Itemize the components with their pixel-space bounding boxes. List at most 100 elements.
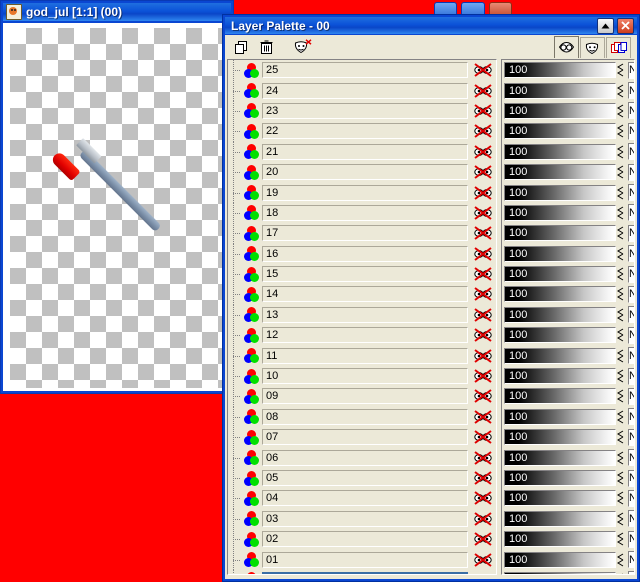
opacity-slider[interactable]: 100 bbox=[504, 245, 616, 262]
layers-icon[interactable] bbox=[554, 36, 579, 58]
layer-hidden-icon[interactable] bbox=[470, 366, 496, 386]
blend-mode-dropdown[interactable]: Normal bbox=[628, 408, 634, 426]
layer-hidden-icon[interactable] bbox=[470, 386, 496, 406]
layer-properties-row[interactable]: 100 Normal bbox=[502, 244, 634, 264]
opacity-slider[interactable]: 100 bbox=[504, 143, 616, 160]
layer-hidden-icon[interactable] bbox=[470, 80, 496, 100]
layer-row[interactable]: 06 bbox=[228, 447, 496, 469]
link-group-icon[interactable] bbox=[606, 36, 631, 58]
blend-mode-dropdown[interactable]: Normal bbox=[628, 428, 634, 446]
layer-row[interactable]: 19 bbox=[228, 182, 496, 204]
opacity-slider[interactable]: 100 bbox=[504, 510, 616, 527]
layer-row[interactable]: 10 bbox=[228, 365, 496, 387]
opacity-slider-handle[interactable] bbox=[616, 103, 625, 119]
layer-hidden-icon[interactable] bbox=[470, 325, 496, 345]
layer-hidden-icon[interactable] bbox=[470, 223, 496, 243]
blend-mode-dropdown[interactable]: Normal bbox=[628, 530, 634, 548]
opacity-slider-handle[interactable] bbox=[616, 83, 625, 99]
layer-hidden-icon[interactable] bbox=[470, 407, 496, 427]
layer-hidden-icon[interactable] bbox=[470, 182, 496, 202]
layer-hidden-icon[interactable] bbox=[470, 284, 496, 304]
layer-hidden-icon[interactable] bbox=[470, 264, 496, 284]
layer-row[interactable]: 12 bbox=[228, 325, 496, 346]
layer-hidden-icon[interactable] bbox=[470, 305, 496, 325]
layer-hidden-icon[interactable] bbox=[470, 162, 496, 182]
layer-row[interactable]: 00 bbox=[228, 569, 496, 574]
layer-name-field[interactable]: 17 bbox=[262, 225, 468, 242]
opacity-slider-handle[interactable] bbox=[616, 225, 625, 241]
layer-row[interactable]: 11 bbox=[228, 345, 496, 367]
blend-mode-dropdown[interactable]: Normal bbox=[628, 285, 634, 303]
layer-properties-row[interactable]: 100 Normal bbox=[502, 427, 634, 447]
opacity-slider-handle[interactable] bbox=[616, 307, 625, 323]
blend-mode-dropdown[interactable]: Normal bbox=[628, 571, 634, 574]
layer-properties-row[interactable]: 100 Normal bbox=[502, 264, 634, 284]
opacity-slider-handle[interactable] bbox=[616, 388, 625, 404]
palette-close-button[interactable] bbox=[617, 17, 634, 34]
blend-mode-dropdown[interactable]: Normal bbox=[628, 184, 634, 202]
opacity-slider-handle[interactable] bbox=[616, 429, 625, 445]
opacity-slider-handle[interactable] bbox=[616, 572, 625, 574]
opacity-slider[interactable]: 100 bbox=[504, 123, 616, 140]
layer-row[interactable]: 09 bbox=[228, 386, 496, 408]
layer-properties-row[interactable]: 100 Normal bbox=[502, 549, 634, 569]
blend-mode-dropdown[interactable]: Normal bbox=[628, 347, 634, 365]
layer-row[interactable]: 07 bbox=[228, 427, 496, 448]
blend-mode-dropdown[interactable]: Normal bbox=[628, 122, 634, 140]
opacity-slider[interactable]: 100 bbox=[504, 225, 616, 242]
rollup-button[interactable] bbox=[597, 17, 614, 34]
layer-properties-row[interactable]: 100 Normal bbox=[502, 386, 634, 406]
layer-name-field[interactable]: 10 bbox=[262, 368, 468, 385]
blend-mode-dropdown[interactable]: Normal bbox=[628, 245, 634, 263]
layer-name-field[interactable]: 23 bbox=[262, 102, 468, 119]
layer-hidden-icon[interactable] bbox=[470, 509, 496, 529]
layer-hidden-icon[interactable] bbox=[470, 488, 496, 508]
blend-mode-dropdown[interactable]: Normal bbox=[628, 449, 634, 467]
layer-properties-row[interactable]: 100 Normal bbox=[502, 366, 634, 386]
layer-name-field[interactable]: 18 bbox=[262, 204, 468, 221]
opacity-slider[interactable]: 100 bbox=[504, 184, 616, 201]
blend-mode-dropdown[interactable]: Normal bbox=[628, 82, 634, 100]
layer-name-column[interactable]: 25 24 23 22 21 20 19 18 17 16 15 14 13 1… bbox=[227, 59, 497, 575]
layer-name-field[interactable]: 15 bbox=[262, 266, 468, 283]
mask-delete-icon[interactable] bbox=[293, 38, 313, 57]
layer-row[interactable]: 14 bbox=[228, 284, 496, 306]
layer-properties-row[interactable]: 100 Normal bbox=[502, 80, 634, 100]
layer-hidden-icon[interactable] bbox=[470, 60, 496, 80]
opacity-slider-handle[interactable] bbox=[616, 62, 625, 78]
layer-name-field[interactable]: 13 bbox=[262, 306, 468, 323]
layer-row[interactable]: 18 bbox=[228, 202, 496, 224]
layer-row[interactable]: 23 bbox=[228, 100, 496, 122]
blend-mode-dropdown[interactable]: Normal bbox=[628, 224, 634, 242]
layer-palette-window[interactable]: Layer Palette - 00 25 24 23 22 21 20 19 … bbox=[222, 14, 640, 582]
layer-name-field[interactable]: 09 bbox=[262, 388, 468, 405]
layer-row[interactable]: 16 bbox=[228, 243, 496, 265]
layer-name-field[interactable]: 05 bbox=[262, 470, 468, 486]
layer-properties-row[interactable]: 100 Normal bbox=[502, 509, 634, 529]
layer-properties-row[interactable]: 100 Normal bbox=[502, 529, 634, 549]
layer-row[interactable]: 03 bbox=[228, 508, 496, 530]
layer-name-field[interactable]: 00 bbox=[262, 571, 468, 574]
layer-hidden-icon[interactable] bbox=[470, 345, 496, 365]
layer-row[interactable]: 21 bbox=[228, 141, 496, 163]
layer-name-field[interactable]: 20 bbox=[262, 164, 468, 181]
layer-properties-row[interactable]: 100 Normal bbox=[502, 325, 634, 345]
layer-hidden-icon[interactable] bbox=[470, 203, 496, 223]
layer-properties-row[interactable]: 100 Normal bbox=[502, 223, 634, 243]
layer-properties-row[interactable]: 100 Normal bbox=[502, 142, 634, 162]
layer-properties-row[interactable]: 100 Normal bbox=[502, 203, 634, 223]
blend-mode-dropdown[interactable]: Normal bbox=[628, 367, 634, 385]
layer-properties-row[interactable]: 100 Normal bbox=[502, 101, 634, 121]
layer-name-field[interactable]: 24 bbox=[262, 82, 468, 99]
image-canvas[interactable] bbox=[10, 28, 228, 388]
opacity-slider-handle[interactable] bbox=[616, 327, 625, 343]
layer-properties-row[interactable]: 100 Normal bbox=[502, 121, 634, 141]
layer-name-field[interactable]: 21 bbox=[262, 143, 468, 160]
layer-properties-row[interactable]: 100 Normal bbox=[502, 162, 634, 182]
layer-hidden-icon[interactable] bbox=[470, 244, 496, 264]
opacity-slider-handle[interactable] bbox=[616, 246, 625, 262]
opacity-slider[interactable]: 100 bbox=[504, 164, 616, 181]
layer-row[interactable]: 05 bbox=[228, 467, 496, 489]
layer-properties-row[interactable]: 100 Normal bbox=[502, 447, 634, 467]
layer-properties-row[interactable]: 100 Normal bbox=[502, 468, 634, 488]
